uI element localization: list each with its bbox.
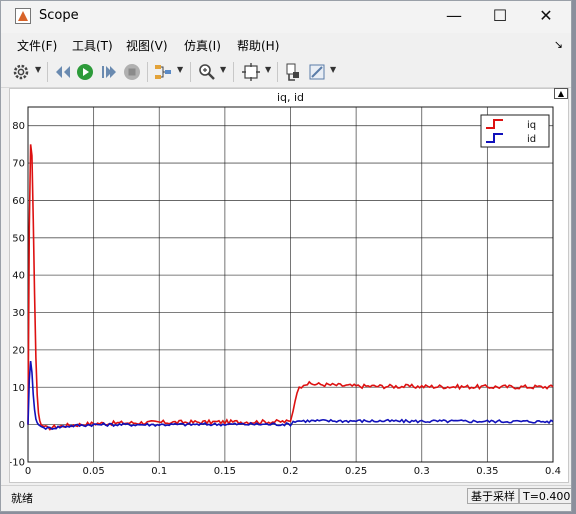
x-tick-label: 0.25 (345, 466, 367, 477)
x-tick-label: 0.35 (476, 466, 498, 477)
settings-dropdown-icon[interactable]: ▼ (35, 65, 41, 74)
window-title: Scope (39, 8, 79, 23)
maximize-icon: ☐ (492, 6, 508, 25)
autoscale-dropdown-icon[interactable]: ▼ (265, 65, 271, 74)
toolbar-separator (233, 62, 234, 82)
toolbar: ▼ ▼ ▼ ▼ ▼ (1, 57, 571, 88)
close-button[interactable]: ✕ (523, 1, 569, 33)
x-tick-label: 0.2 (283, 466, 299, 477)
menu-bar: 文件(F) 工具(T) 视图(V) 仿真(I) 帮助(H) ↘ (1, 34, 571, 56)
style-icon[interactable] (307, 62, 327, 82)
signal-selector-icon[interactable] (153, 62, 173, 82)
cursor-measure-icon[interactable] (283, 62, 303, 82)
y-tick-label: -10 (10, 458, 25, 469)
menu-view[interactable]: 视图(V) (126, 37, 168, 54)
y-tick-label: 80 (12, 121, 25, 132)
minimize-button[interactable]: — (431, 1, 477, 33)
toolbar-separator (190, 62, 191, 82)
run-icon[interactable] (75, 62, 95, 82)
title-bar[interactable]: Scope — ☐ ✕ (1, 1, 571, 33)
legend-label-iq: iq (527, 120, 536, 131)
rewind-icon[interactable] (53, 62, 73, 82)
x-tick-label: 0.1 (151, 466, 167, 477)
toolbar-separator (147, 62, 148, 82)
menu-file[interactable]: 文件(F) (17, 37, 57, 54)
matlab-scope-icon (15, 8, 31, 24)
menu-dock-arrow-icon[interactable]: ↘ (554, 38, 563, 51)
status-text: 就绪 (11, 492, 33, 505)
chart[interactable]: iq, id0 0.05 0.1 0.15 0.2 0.25 0.3 0.35 0.4-1001… (10, 89, 568, 482)
step-forward-icon[interactable] (99, 62, 119, 82)
toolbar-separator (47, 62, 48, 82)
y-tick-label: 30 (12, 308, 25, 319)
x-tick-label: 0 (25, 466, 31, 477)
signal-selector-dropdown-icon[interactable]: ▼ (177, 65, 183, 74)
minimize-icon: — (446, 6, 462, 25)
x-tick-label: 0.4 (545, 466, 561, 477)
y-tick-label: 0 (19, 420, 25, 431)
undock-icon[interactable]: ▲ (554, 88, 568, 99)
menu-help[interactable]: 帮助(H) (237, 37, 279, 54)
maximize-button[interactable]: ☐ (477, 1, 523, 33)
chart-title: iq, id (277, 91, 304, 104)
y-tick-label: 70 (12, 159, 25, 170)
close-icon: ✕ (539, 6, 553, 25)
sample-mode-indicator: 基于采样 (467, 488, 519, 504)
y-tick-label: 20 (12, 345, 25, 356)
simulation-time: T=0.400 (519, 488, 571, 504)
zoom-icon[interactable] (197, 62, 217, 82)
menu-simulation[interactable]: 仿真(I) (184, 37, 221, 54)
style-dropdown-icon[interactable]: ▼ (330, 65, 336, 74)
y-tick-label: 50 (12, 233, 25, 244)
legend-label-id: id (527, 134, 536, 145)
y-tick-label: 10 (12, 383, 25, 394)
y-tick-label: 60 (12, 196, 25, 207)
x-tick-label: 0.05 (82, 466, 104, 477)
status-bar: 就绪 基于采样 T=0.400 (1, 485, 571, 508)
x-tick-label: 0.15 (214, 466, 236, 477)
zoom-dropdown-icon[interactable]: ▼ (220, 65, 226, 74)
menu-tools[interactable]: 工具(T) (72, 37, 113, 54)
stop-icon[interactable] (122, 62, 142, 82)
y-tick-label: 40 (12, 271, 25, 282)
scope-window: Scope — ☐ ✕ 文件(F) 工具(T) 视图(V) 仿真(I) 帮助(H… (0, 0, 572, 512)
x-tick-label: 0.3 (414, 466, 430, 477)
autoscale-icon[interactable] (241, 62, 261, 82)
gear-icon[interactable] (11, 62, 31, 82)
toolbar-separator (277, 62, 278, 82)
plot-area[interactable]: iq, id 0 0.05 0.1 0.15 0.2 0.25 0.3 0.35 0.4 -10 0 1… (9, 88, 569, 483)
